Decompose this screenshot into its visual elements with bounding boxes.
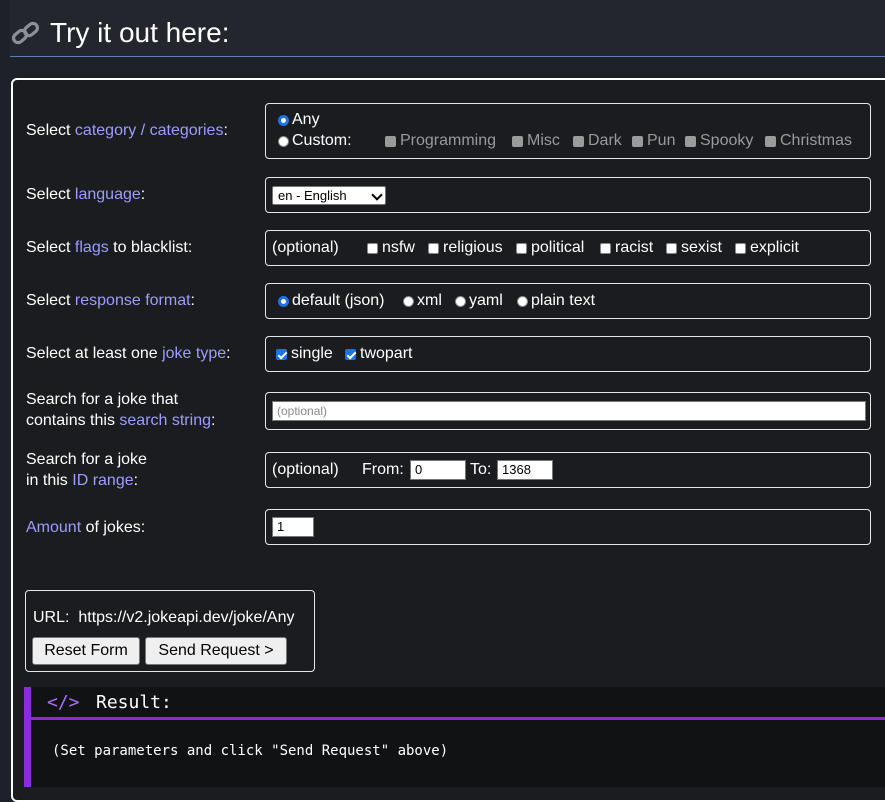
id-range-link[interactable]: ID range: [72, 472, 133, 489]
id-range-label: Search for a joke in this ID range:: [26, 451, 147, 489]
joke-type-twopart[interactable]: twopart: [345, 345, 412, 363]
category-christmas[interactable]: Christmas: [765, 132, 852, 150]
search-label: Search for a joke that contains this sea…: [26, 391, 216, 429]
result-header: </> Result:: [31, 687, 885, 720]
result-panel: </> Result: (Set parameters and click "S…: [24, 687, 885, 787]
page-title: Try it out here:: [50, 17, 230, 48]
language-select[interactable]: en - English: [272, 186, 386, 205]
category-label: Select category / categories:: [26, 122, 228, 139]
search-string-link[interactable]: search string: [119, 412, 211, 429]
amount-label: Amount of jokes:: [26, 519, 146, 536]
category-any-option[interactable]: Any: [278, 111, 320, 129]
search-box: (optional): [265, 392, 871, 430]
joke-type-single[interactable]: single: [276, 345, 333, 363]
language-link[interactable]: language: [75, 186, 141, 203]
id-to-input[interactable]: 1368: [497, 460, 553, 480]
flags-label: Select flags to blacklist:: [26, 239, 193, 256]
joke-type-link[interactable]: joke type: [162, 345, 226, 362]
request-url: URL: https://v2.jokeapi.dev/joke/Any: [33, 609, 295, 626]
form-panel: Select category / categories: Any Custom…: [11, 78, 885, 802]
format-label: Select response format:: [26, 292, 195, 309]
flag-explicit[interactable]: explicit: [735, 239, 799, 257]
result-message: (Set parameters and click "Send Request"…: [52, 743, 449, 759]
id-to-label: To:: [470, 461, 492, 478]
chevron-down-icon: [371, 189, 383, 201]
joke-type-box: single twopart: [265, 336, 871, 372]
category-dark[interactable]: Dark: [573, 132, 622, 150]
link-icon: [11, 21, 40, 45]
flag-racist[interactable]: racist: [600, 239, 653, 257]
amount-box: 1: [265, 509, 871, 545]
id-from-label: From:: [362, 461, 404, 478]
flags-box: (optional) nsfw religious political raci…: [265, 230, 871, 266]
search-input[interactable]: (optional): [272, 401, 866, 421]
flags-link[interactable]: flags: [75, 239, 109, 256]
send-request-button[interactable]: Send Request >: [145, 637, 287, 665]
id-range-optional-note: (optional): [272, 461, 339, 478]
flag-religious[interactable]: religious: [428, 239, 503, 257]
category-pun[interactable]: Pun: [632, 132, 675, 150]
format-yaml[interactable]: yaml: [455, 292, 503, 310]
format-xml[interactable]: xml: [403, 292, 442, 310]
category-misc[interactable]: Misc: [512, 132, 560, 150]
reset-form-button[interactable]: Reset Form: [32, 637, 140, 665]
format-json[interactable]: default (json): [278, 292, 385, 310]
category-box: Any Custom: Programming Misc Dark Pun Sp…: [265, 103, 871, 159]
category-spooky[interactable]: Spooky: [685, 132, 753, 150]
category-custom-radio[interactable]: [278, 135, 289, 147]
amount-input[interactable]: 1: [272, 517, 314, 537]
code-icon: </>: [47, 692, 80, 713]
format-box: default (json) xml yaml plain text: [265, 283, 871, 319]
amount-link[interactable]: Amount: [26, 519, 81, 536]
section-header: Try it out here:: [10, 0, 885, 57]
format-plain-text[interactable]: plain text: [517, 292, 595, 310]
flags-optional-note: (optional): [272, 239, 339, 256]
flag-political[interactable]: political: [516, 239, 584, 257]
category-any-radio[interactable]: [278, 114, 289, 126]
url-box: URL: https://v2.jokeapi.dev/joke/Any Res…: [25, 590, 315, 672]
category-link[interactable]: category / categories: [75, 122, 224, 139]
language-label: Select language:: [26, 186, 146, 203]
category-custom-option[interactable]: Custom:: [278, 132, 352, 150]
format-link[interactable]: response format: [75, 292, 191, 309]
flag-sexist[interactable]: sexist: [666, 239, 722, 257]
category-programming[interactable]: Programming: [385, 132, 496, 150]
result-title: Result:: [96, 692, 172, 713]
joke-type-label: Select at least one joke type:: [26, 345, 231, 362]
id-range-box: (optional) From: 0 To: 1368: [265, 452, 871, 488]
flag-nsfw[interactable]: nsfw: [367, 239, 415, 257]
language-box: en - English: [265, 177, 871, 213]
id-from-input[interactable]: 0: [410, 460, 466, 480]
